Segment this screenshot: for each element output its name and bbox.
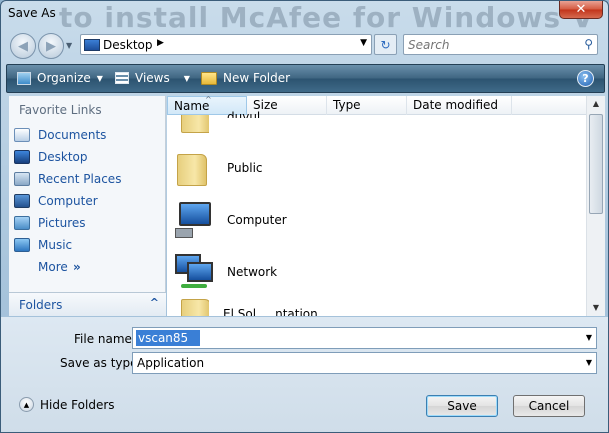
views-label: Views bbox=[135, 71, 170, 85]
nav-item-computer[interactable]: Computer bbox=[14, 191, 162, 211]
new-folder-button[interactable]: New Folder bbox=[201, 71, 290, 85]
refresh-button[interactable]: ↻ bbox=[374, 34, 397, 55]
scroll-down-icon[interactable]: ▼ bbox=[587, 300, 605, 316]
save-as-type-value: Application bbox=[137, 356, 205, 370]
folder-icon[interactable] bbox=[177, 299, 209, 316]
save-as-dialog: to install McAfee for Windows V Save As … bbox=[0, 0, 609, 433]
nav-item-label: Music bbox=[38, 238, 73, 252]
more-links[interactable]: More bbox=[38, 260, 68, 274]
desktop-icon bbox=[14, 150, 30, 164]
hide-folders-button[interactable]: ▲ Hide Folders bbox=[19, 397, 115, 412]
search-box: ⚲ bbox=[403, 34, 598, 55]
chevron-down-icon: ▼ bbox=[96, 73, 103, 83]
command-toolbar: Organize ▼ Views ▼ New Folder ? bbox=[6, 64, 605, 93]
network-icon bbox=[173, 252, 213, 292]
close-button[interactable]: ✕ bbox=[559, 1, 603, 19]
recent-pages-dropdown[interactable]: ▼ bbox=[66, 41, 72, 50]
documents-icon bbox=[14, 128, 30, 142]
scroll-up-icon[interactable]: ▲ bbox=[587, 96, 605, 112]
nav-item-label: Pictures bbox=[38, 216, 86, 230]
chevron-down-icon[interactable]: ▼ bbox=[586, 358, 592, 367]
list-item[interactable]: Public bbox=[173, 144, 573, 192]
help-button[interactable]: ? bbox=[577, 70, 594, 87]
organize-icon bbox=[17, 71, 31, 85]
refresh-icon: ↻ bbox=[380, 37, 391, 52]
file-name: Public bbox=[227, 161, 263, 175]
close-icon: ✕ bbox=[575, 2, 587, 17]
address-dropdown-icon[interactable]: ▼ bbox=[360, 38, 367, 48]
column-header-type[interactable]: Type bbox=[327, 96, 407, 115]
forward-arrow-icon: ▶ bbox=[46, 38, 56, 54]
file-name[interactable]: El Sol ... ntation bbox=[223, 307, 318, 316]
breadcrumb-desktop[interactable]: Desktop bbox=[103, 38, 153, 52]
pictures-icon bbox=[14, 216, 30, 230]
organize-label: Organize bbox=[37, 71, 91, 85]
file-list: ^ Name Size Type Date modified duyul Pub… bbox=[167, 96, 605, 316]
back-arrow-icon: ◀ bbox=[18, 38, 28, 54]
list-item[interactable]: Network bbox=[173, 248, 573, 296]
computer-icon bbox=[173, 200, 213, 240]
file-name[interactable]: duyul bbox=[227, 110, 260, 118]
nav-item-desktop[interactable]: Desktop bbox=[14, 147, 162, 167]
organize-button[interactable]: Organize ▼ bbox=[17, 71, 103, 85]
save-button[interactable]: Save bbox=[426, 395, 498, 417]
recent-places-icon bbox=[14, 172, 30, 186]
desktop-icon bbox=[84, 39, 100, 51]
nav-item-label: Desktop bbox=[38, 150, 88, 164]
save-as-type-label: Save as type: bbox=[60, 356, 142, 370]
navigation-pane: Favorite Links Documents Desktop Recent … bbox=[9, 96, 166, 316]
nav-item-label: Documents bbox=[38, 128, 107, 142]
nav-item-recent-places[interactable]: Recent Places bbox=[14, 169, 162, 189]
nav-item-music[interactable]: Music bbox=[14, 235, 162, 255]
address-bar[interactable]: Desktop ▶ ▼ bbox=[80, 34, 372, 55]
nav-item-label: Computer bbox=[38, 194, 98, 208]
chevron-down-icon[interactable]: ▼ bbox=[586, 333, 592, 342]
breadcrumb-arrow-icon[interactable]: ▶ bbox=[157, 38, 164, 48]
list-item[interactable]: Computer bbox=[173, 196, 573, 244]
folders-toggle[interactable]: Folders ^ bbox=[9, 292, 166, 316]
file-name: Network bbox=[227, 265, 278, 279]
vertical-scrollbar[interactable]: ▲ ▼ bbox=[586, 96, 605, 316]
hide-folders-label: Hide Folders bbox=[40, 397, 115, 412]
column-header-date-modified[interactable]: Date modified bbox=[407, 96, 512, 115]
new-folder-icon bbox=[201, 71, 217, 85]
views-icon bbox=[115, 72, 129, 84]
nav-item-label: Recent Places bbox=[38, 172, 122, 186]
chevron-down-icon: ▼ bbox=[183, 73, 190, 83]
forward-button[interactable]: ▶ bbox=[38, 33, 64, 59]
save-as-type-select[interactable]: Application ▼ bbox=[132, 352, 597, 374]
more-chevron-icon[interactable]: » bbox=[73, 260, 81, 274]
music-icon bbox=[14, 238, 30, 252]
chevron-up-icon: ▲ bbox=[19, 397, 34, 412]
chevron-up-icon: ^ bbox=[149, 296, 159, 309]
search-icon[interactable]: ⚲ bbox=[584, 37, 593, 51]
favorite-links-heading: Favorite Links bbox=[19, 103, 102, 117]
nav-item-documents[interactable]: Documents bbox=[14, 125, 162, 145]
sort-ascending-icon: ^ bbox=[205, 96, 212, 104]
file-name-label: File name: bbox=[74, 332, 136, 346]
folders-label: Folders bbox=[19, 298, 63, 312]
new-folder-label: New Folder bbox=[223, 71, 291, 85]
folder-icon bbox=[173, 148, 213, 188]
cancel-button[interactable]: Cancel bbox=[513, 395, 585, 417]
folder-icon[interactable] bbox=[177, 115, 209, 135]
back-button[interactable]: ◀ bbox=[10, 33, 36, 59]
save-form: File name: ▼ Save as type: Application ▼… bbox=[1, 317, 608, 432]
file-name-combo[interactable]: ▼ bbox=[132, 327, 597, 349]
scrollbar-thumb[interactable] bbox=[589, 114, 603, 214]
help-icon: ? bbox=[582, 72, 589, 85]
nav-item-pictures[interactable]: Pictures bbox=[14, 213, 162, 233]
search-input[interactable] bbox=[408, 37, 576, 52]
window-title: Save As bbox=[8, 6, 56, 20]
file-name-input[interactable] bbox=[136, 330, 200, 346]
title-bar: Save As ✕ bbox=[1, 1, 608, 27]
file-name: Computer bbox=[227, 213, 287, 227]
views-button[interactable]: Views ▼ bbox=[115, 71, 190, 85]
computer-icon bbox=[14, 194, 30, 208]
